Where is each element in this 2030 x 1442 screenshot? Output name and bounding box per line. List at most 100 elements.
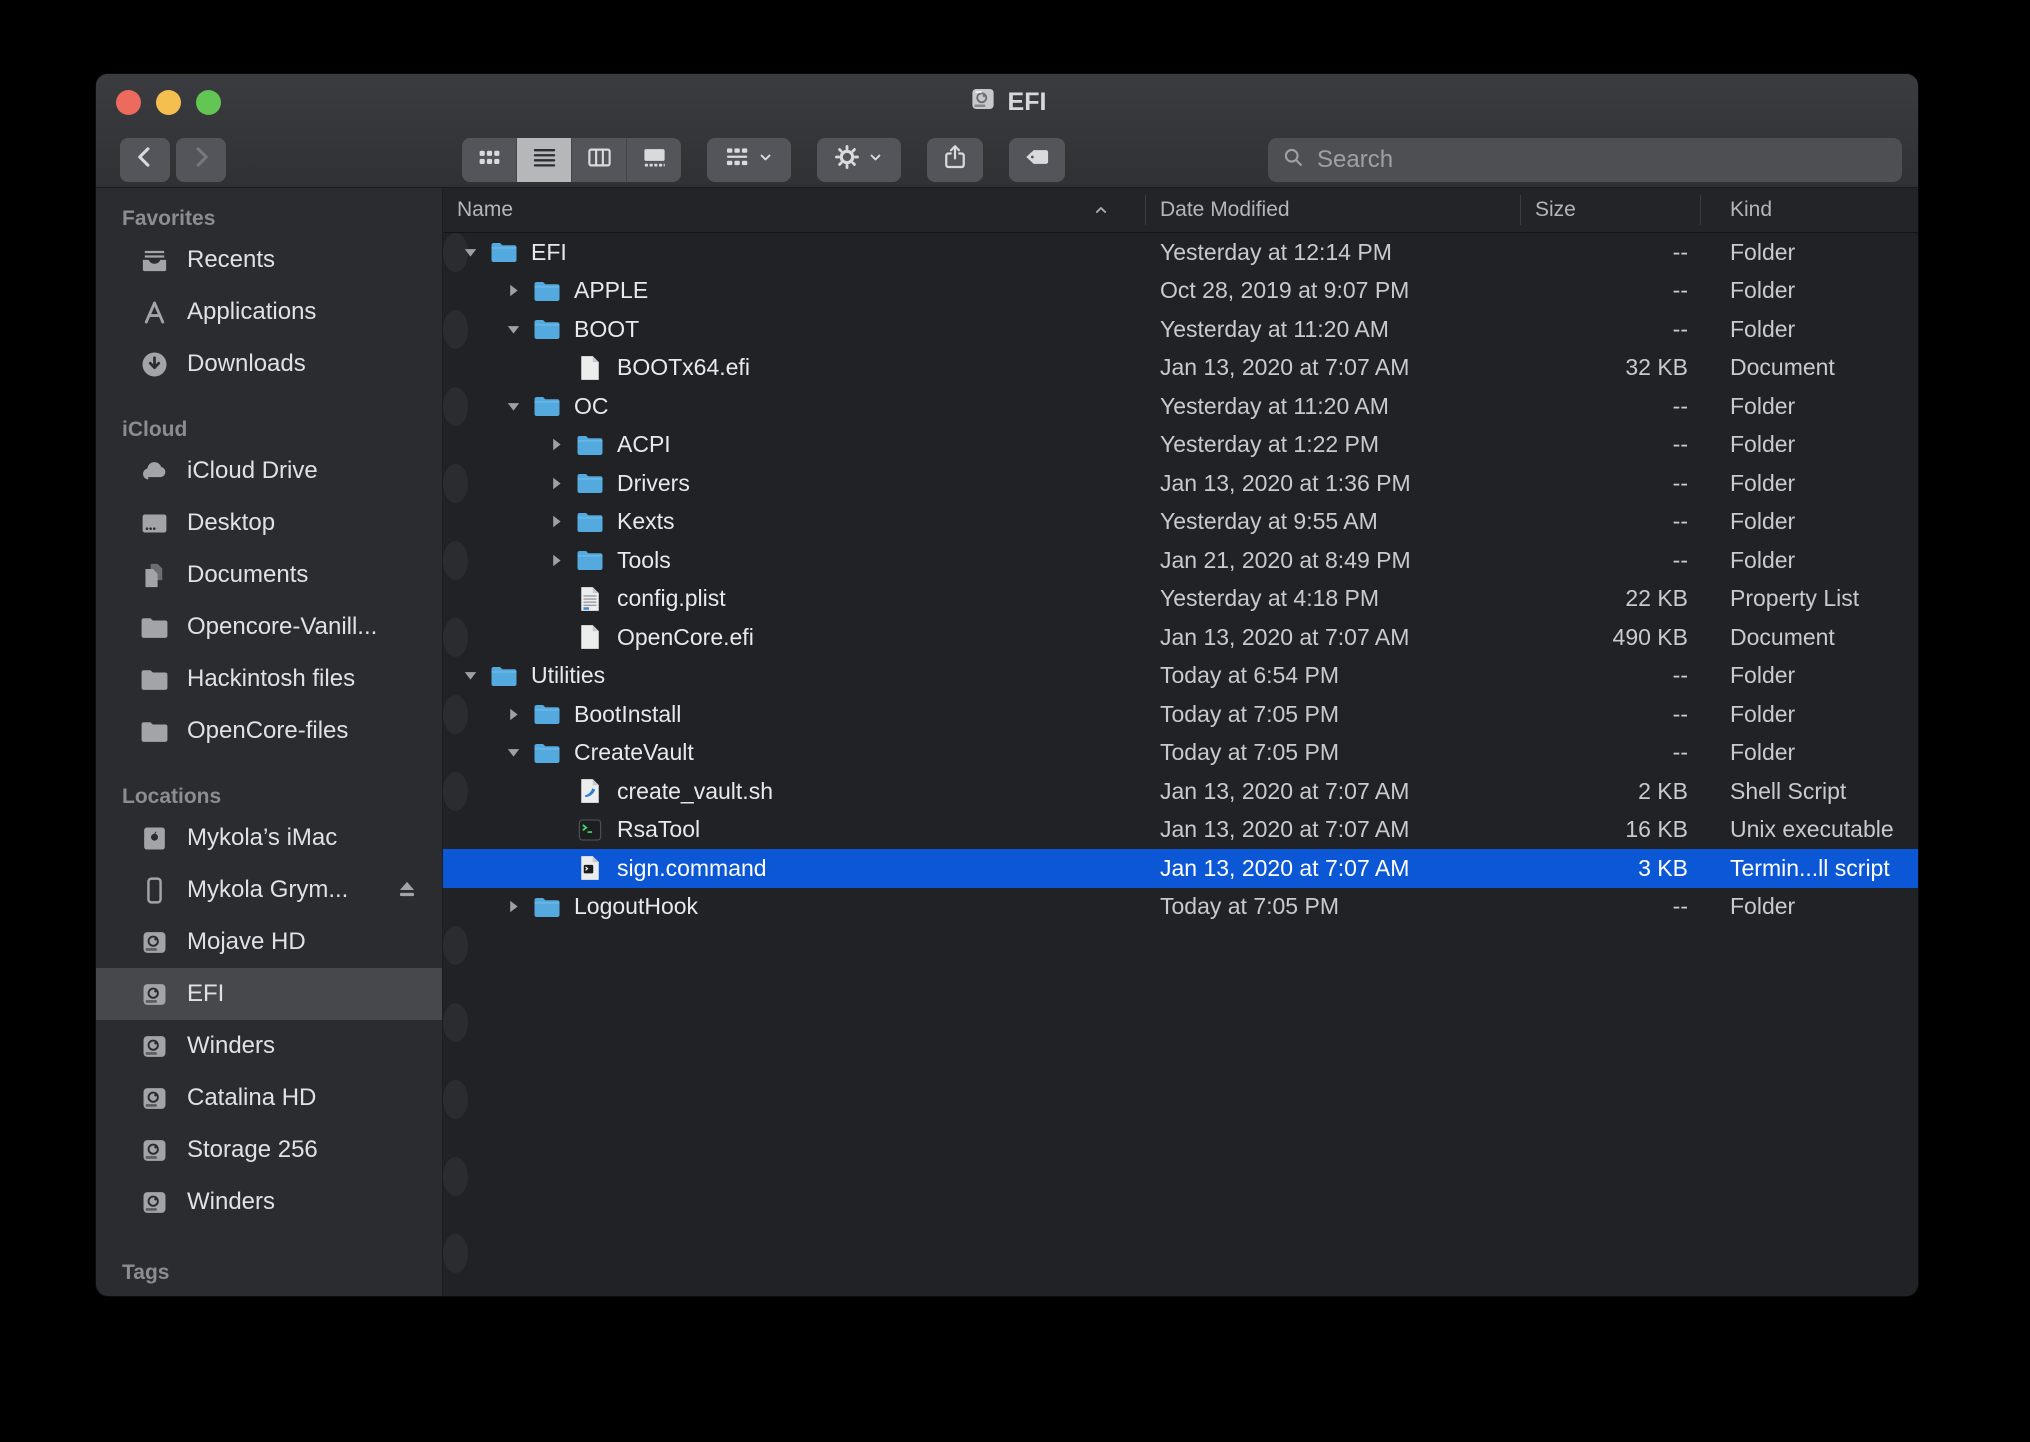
file-row-createvault[interactable]: CreateVaultToday at 7:05 PM--Folder: [443, 734, 1918, 773]
sidebar-item-winders[interactable]: Winders: [96, 1020, 442, 1072]
file-date-modified: Jan 13, 2020 at 7:07 AM: [1160, 849, 1409, 888]
sidebar-item-label: OpenCore-files: [187, 717, 348, 745]
file-row-sign-command[interactable]: sign.commandJan 13, 2020 at 7:07 AM3 KBT…: [443, 849, 1918, 888]
sidebar-item-icloud-drive[interactable]: iCloud Drive: [96, 445, 442, 497]
exec-icon: [575, 815, 605, 845]
file-row-apple[interactable]: APPLEOct 28, 2019 at 9:07 PM--Folder: [443, 272, 1918, 311]
disclosure-expanded-icon[interactable]: [457, 233, 483, 272]
sidebar-item-label: Catalina HD: [187, 1084, 316, 1112]
disclosure-collapsed-icon[interactable]: [500, 695, 526, 734]
file-row-config-plist[interactable]: config.plistYesterday at 4:18 PM22 KBPro…: [443, 580, 1918, 619]
finder-window: EFI FavoritesRecentsApplicationsDownload…: [96, 74, 1918, 1296]
group-by-button[interactable]: [707, 138, 791, 182]
disclosure-collapsed-icon[interactable]: [543, 426, 569, 465]
action-menu-button[interactable]: [817, 138, 901, 182]
file-row-tools[interactable]: ToolsJan 21, 2020 at 8:49 PM--Folder: [443, 541, 468, 580]
sidebar-item-mojave-hd[interactable]: Mojave HD: [96, 916, 442, 968]
sidebar: FavoritesRecentsApplicationsDownloadsiCl…: [96, 188, 443, 1296]
tag-button[interactable]: [1009, 138, 1065, 182]
sidebar-item-hackintosh-files[interactable]: Hackintosh files: [96, 653, 442, 705]
file-row-kexts[interactable]: KextsYesterday at 9:55 AM--Folder: [443, 503, 1918, 542]
file-size: 32 KB: [1520, 349, 1688, 388]
sidebar-item-applications[interactable]: Applications: [96, 286, 442, 338]
disclosure-expanded-icon[interactable]: [457, 657, 483, 696]
disclosure-collapsed-icon[interactable]: [543, 464, 569, 503]
file-kind: Folder: [1730, 541, 1795, 580]
file-row-rsatool[interactable]: RsaToolJan 13, 2020 at 7:07 AM16 KBUnix …: [443, 811, 1918, 850]
eject-icon[interactable]: [394, 864, 420, 916]
disclosure-collapsed-icon[interactable]: [500, 888, 526, 927]
disclosure-collapsed-icon[interactable]: [500, 272, 526, 311]
file-name: BOOT: [574, 310, 639, 349]
file-row-bootinstall[interactable]: BootInstallToday at 7:05 PM--Folder: [443, 695, 468, 734]
disclosure-collapsed-icon[interactable]: [543, 541, 569, 580]
column-header-name[interactable]: Name: [457, 188, 513, 232]
view-segment-gallery-view[interactable]: [627, 138, 681, 182]
back-button[interactable]: [120, 138, 170, 182]
column-header-size[interactable]: Size: [1535, 188, 1576, 232]
view-segment-icon-view[interactable]: [462, 138, 517, 182]
view-segment-list-view[interactable]: [517, 138, 572, 182]
disclosure-expanded-icon[interactable]: [500, 310, 526, 349]
sidebar-item-efi[interactable]: EFI: [96, 968, 442, 1020]
plist-icon: [575, 584, 605, 614]
sidebar-item-documents[interactable]: Documents: [96, 549, 442, 601]
file-name: LogoutHook: [574, 888, 698, 927]
share-icon: [941, 143, 969, 176]
zoom-button[interactable]: [196, 90, 221, 115]
column-divider[interactable]: [1145, 195, 1146, 225]
sidebar-item-label: Applications: [187, 298, 316, 326]
column-divider[interactable]: [1700, 195, 1701, 225]
file-row-efi[interactable]: EFIYesterday at 12:14 PM--Folder: [443, 233, 468, 272]
close-button[interactable]: [116, 90, 141, 115]
column-header-kind[interactable]: Kind: [1730, 188, 1772, 232]
recents-icon: [136, 245, 172, 276]
sidebar-item-mykola-grym[interactable]: Mykola Grym...: [96, 864, 442, 916]
file-row-create-vault-sh[interactable]: create_vault.shJan 13, 2020 at 7:07 AM2 …: [443, 772, 468, 811]
sidebar-section-title: Tags: [96, 1258, 442, 1288]
disclosure-expanded-icon[interactable]: [500, 734, 526, 773]
sidebar-item-downloads[interactable]: Downloads: [96, 338, 442, 390]
sidebar-item-opencore-files[interactable]: OpenCore-files: [96, 705, 442, 757]
gear-icon: [833, 143, 861, 176]
file-name: EFI: [531, 233, 567, 272]
drive-icon: [136, 1187, 172, 1218]
sidebar-item-winders[interactable]: Winders: [96, 1176, 442, 1228]
folder-icon: [532, 276, 562, 306]
disclosure-expanded-icon[interactable]: [500, 387, 526, 426]
column-view-icon: [586, 144, 613, 176]
file-row-acpi[interactable]: ACPIYesterday at 1:22 PM--Folder: [443, 426, 1918, 465]
sidebar-item-opencore-vanill[interactable]: Opencore-Vanill...: [96, 601, 442, 653]
column-divider[interactable]: [1520, 195, 1521, 225]
file-kind: Property List: [1730, 580, 1859, 619]
file-row-opencore-efi[interactable]: OpenCore.efiJan 13, 2020 at 7:07 AM490 K…: [443, 618, 468, 657]
column-header-date-modified[interactable]: Date Modified: [1160, 188, 1290, 232]
minimize-button[interactable]: [156, 90, 181, 115]
forward-button[interactable]: [176, 138, 226, 182]
file-date-modified: Yesterday at 9:55 AM: [1160, 503, 1378, 542]
file-row-drivers[interactable]: DriversJan 13, 2020 at 1:36 PM--Folder: [443, 464, 468, 503]
search-input[interactable]: [1315, 145, 1889, 175]
file-row-bootx64-efi[interactable]: BOOTx64.efiJan 13, 2020 at 7:07 AM32 KBD…: [443, 349, 1918, 388]
file-size: --: [1520, 387, 1688, 426]
search-field: [1268, 138, 1902, 182]
folder-icon: [575, 430, 605, 460]
file-row-utilities[interactable]: UtilitiesToday at 6:54 PM--Folder: [443, 657, 1918, 696]
file-row-logouthook[interactable]: LogoutHookToday at 7:05 PM--Folder: [443, 888, 1918, 927]
view-segment-column-view[interactable]: [572, 138, 627, 182]
empty-row: [443, 926, 468, 965]
sidebar-item-catalina-hd[interactable]: Catalina HD: [96, 1072, 442, 1124]
empty-row: [443, 1080, 468, 1119]
sidebar-item-desktop[interactable]: Desktop: [96, 497, 442, 549]
sidebar-item-label: Storage 256: [187, 1136, 318, 1164]
file-row-oc[interactable]: OCYesterday at 11:20 AM--Folder: [443, 387, 468, 426]
file-kind: Folder: [1730, 503, 1795, 542]
sidebar-item-mykola-s-imac[interactable]: Mykola’s iMac: [96, 812, 442, 864]
sidebar-item-label: EFI: [187, 980, 224, 1008]
sidebar-item-recents[interactable]: Recents: [96, 234, 442, 286]
disclosure-collapsed-icon[interactable]: [543, 503, 569, 542]
sidebar-item-storage-256[interactable]: Storage 256: [96, 1124, 442, 1176]
file-row-boot[interactable]: BOOTYesterday at 11:20 AM--Folder: [443, 310, 468, 349]
file-size: 16 KB: [1520, 811, 1688, 850]
share-button[interactable]: [927, 138, 983, 182]
